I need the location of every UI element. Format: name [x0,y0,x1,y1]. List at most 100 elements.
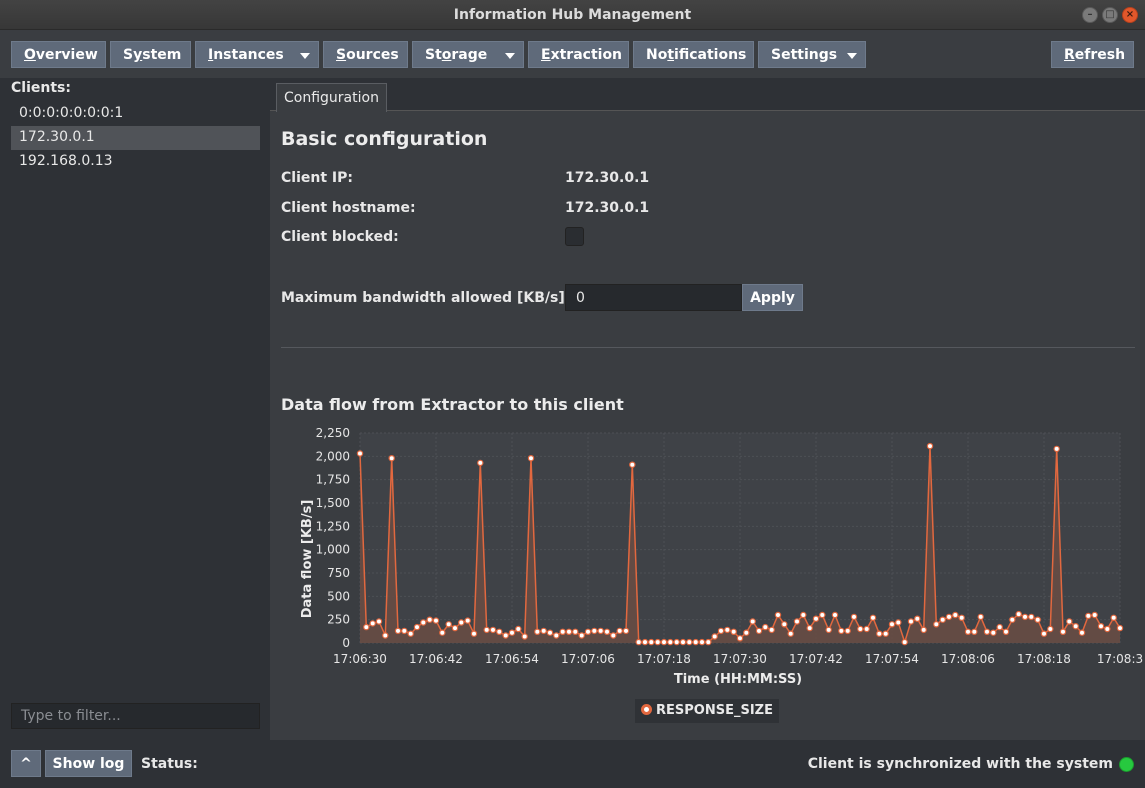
data-point [863,625,870,633]
data-point [458,619,465,626]
system-label-mnemonic: y [133,47,143,63]
refresh-button[interactable]: Refresh [1051,41,1134,68]
system-label-post: stem [142,47,182,63]
data-point [933,621,940,628]
client-list-item[interactable]: 0:0:0:0:0:0:0:1 [11,102,260,126]
refresh-label-mnemonic: R [1064,47,1075,63]
x-tick-label: 17:07:54 [865,652,919,666]
data-point [939,616,946,623]
chart-legend[interactable]: RESPONSE_SIZE [635,699,779,723]
instances-dropdown[interactable]: Instances [195,41,319,68]
minimize-icon[interactable]: – [1082,7,1098,23]
tab-configuration[interactable]: Configuration [276,83,387,112]
data-point [1028,613,1035,621]
data-point [705,638,712,646]
data-point [857,625,864,633]
sources-button[interactable]: Sources [323,41,408,68]
data-point [1002,628,1010,635]
data-point [825,626,832,634]
data-point [464,617,471,624]
tab-strip: Configuration [270,78,1145,112]
storage-dropdown[interactable]: Storage [412,41,524,68]
data-point [401,627,408,635]
instances-label-post: nstances [213,47,284,63]
data-point [819,611,826,619]
data-point [926,442,934,450]
menu-bar: Overview System Instances Sources Storag… [0,30,1145,78]
data-point [616,627,623,635]
data-point [546,629,554,636]
status-bar: ^ Show log Status: Client is synchronize… [0,740,1145,788]
data-point [426,616,433,623]
maximize-icon[interactable]: □ [1102,7,1118,23]
x-tick-labels: 17:06:30 17:06:42 17:06:54 17:07:06 17:07:18… [333,652,1143,666]
bandwidth-input[interactable]: 0 [565,284,742,311]
data-point [375,618,383,625]
close-icon[interactable]: × [1122,7,1138,23]
y-tick-label: 250 [327,613,350,627]
data-point [477,459,484,467]
system-label-pre: S [123,47,134,63]
data-point [356,450,364,457]
data-point [534,628,541,635]
client-hostname-label: Client hostname: [281,200,416,216]
y-tick-label: 2,000 [316,449,350,463]
client-list-item[interactable]: 192.168.0.13 [11,150,260,174]
overview-button[interactable]: Overview [11,41,106,68]
data-point [1110,614,1117,621]
data-point [1085,612,1092,620]
basic-config-title: Basic configuration [281,128,488,150]
y-axis-label: Data flow [KB/s] [300,500,315,619]
data-point [869,614,877,621]
x-tick-label: 17:08:06 [941,652,995,666]
apply-button[interactable]: Apply [742,284,803,311]
clients-sidebar: Clients: 0:0:0:0:0:0:0:1 172.30.0.1 192.… [0,78,270,740]
data-point [388,455,395,462]
settings-dropdown[interactable]: Settings [758,41,866,68]
notifications-button[interactable]: Notifications [633,41,754,68]
y-tick-label: 1,500 [316,496,350,510]
data-point [831,611,839,619]
data-point [527,455,535,462]
data-point [515,625,522,633]
data-point [1116,624,1124,632]
data-point [1059,628,1067,635]
status-label: Status: [141,756,198,772]
data-point [540,627,547,635]
data-point [920,626,927,634]
data-point [996,623,1003,631]
client-list-item-selected[interactable]: 172.30.0.1 [11,126,260,150]
data-point [679,638,687,646]
data-point [844,627,851,635]
notifications-label-pre: No [646,47,668,63]
sources-label-post: ources [346,47,399,63]
data-point [1047,625,1054,633]
data-point [565,628,573,635]
y-tick-label: 1,250 [316,519,350,533]
x-tick-label: 17:07:06 [561,652,615,666]
filter-input[interactable]: Type to filter... [11,703,260,729]
data-point [812,615,820,622]
expand-log-button[interactable]: ^ [11,750,41,777]
system-button[interactable]: System [110,41,191,68]
client-blocked-checkbox[interactable] [565,227,584,246]
data-point [743,629,750,636]
data-point [914,615,921,622]
data-point [717,627,725,635]
x-tick-label: 17:06:30 [333,652,387,666]
show-log-button[interactable]: Show log [45,750,132,777]
client-ip-value: 172.30.0.1 [565,170,650,186]
extraction-button[interactable]: Extraction [528,41,629,68]
data-point [1104,625,1111,633]
data-point [1034,616,1041,623]
data-point [945,613,953,621]
data-point [774,611,782,619]
data-point [521,633,528,640]
chevron-down-icon [505,53,515,59]
chevron-down-icon [300,53,310,59]
sync-status-indicator-icon [1119,757,1134,772]
y-tick-label: 0 [342,636,350,650]
chart-grid [359,432,1121,644]
data-point [610,632,617,639]
refresh-label-post: efresh [1074,47,1126,63]
